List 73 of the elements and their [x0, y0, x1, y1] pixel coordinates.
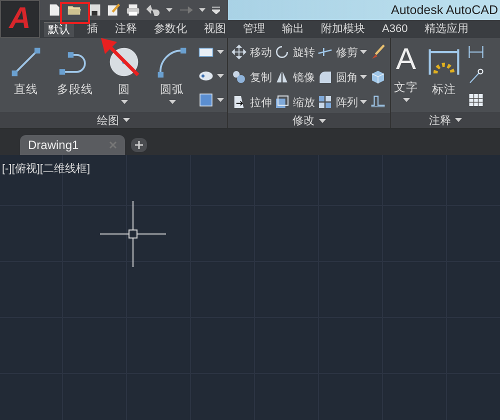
tool-button[interactable]: 移动: [231, 44, 272, 60]
panel-title[interactable]: 注释: [391, 112, 500, 128]
caret-icon[interactable]: [120, 100, 128, 104]
caret-icon[interactable]: [166, 8, 173, 12]
tool-button[interactable]: 镜像: [274, 69, 315, 85]
caret-icon[interactable]: [318, 118, 326, 122]
caret-icon[interactable]: [455, 118, 462, 122]
menu-caret-icon[interactable]: [212, 6, 220, 14]
caret-icon[interactable]: [217, 50, 224, 54]
caret-icon[interactable]: [168, 100, 176, 104]
viewport-label[interactable]: [-][俯视][二维线框]: [2, 161, 90, 176]
caret-icon[interactable]: [217, 98, 224, 102]
leader-icon: [467, 67, 485, 85]
panel-title[interactable]: 修改: [228, 113, 390, 128]
new-tab-button[interactable]: [130, 138, 147, 152]
file-tab[interactable]: Drawing1: [20, 135, 125, 155]
text-icon: A: [396, 43, 416, 77]
ribbon-tab[interactable]: 插: [83, 22, 102, 36]
printer-icon[interactable]: [126, 3, 140, 17]
tool-button[interactable]: [197, 91, 215, 109]
array-icon: [317, 94, 333, 110]
caret-icon[interactable]: [360, 50, 367, 54]
mirror-icon: [274, 69, 290, 85]
table-icon: [467, 91, 485, 109]
ribbon-tab[interactable]: 默认: [44, 22, 74, 36]
circles-icon: [231, 69, 247, 85]
tool-button[interactable]: 标注: [424, 43, 464, 99]
caret-icon[interactable]: [402, 98, 410, 102]
ribbon-tab[interactable]: 精选应用: [420, 22, 473, 36]
ribbon-tab[interactable]: 参数化: [150, 22, 191, 36]
tool-button[interactable]: 旋转: [274, 44, 315, 60]
caret-icon[interactable]: [123, 118, 130, 122]
tool-button[interactable]: 圆弧: [152, 43, 192, 106]
fillet-icon: [317, 69, 333, 85]
square-icon: [197, 91, 215, 109]
tool-button[interactable]: [467, 91, 485, 109]
tool-button[interactable]: 圆角: [317, 69, 358, 85]
line-icon: [9, 45, 43, 79]
panel-title[interactable]: 绘图: [0, 112, 227, 128]
linear-dimension-icon: [467, 43, 485, 61]
tool-button[interactable]: [467, 43, 485, 61]
undo-icon[interactable]: [146, 4, 160, 16]
caret-icon[interactable]: [199, 8, 206, 12]
tool-button[interactable]: 复制: [231, 69, 272, 85]
drawing-canvas[interactable]: [-][俯视][二维线框]: [0, 155, 500, 420]
ribbon-tab[interactable]: 视图: [200, 22, 230, 36]
caret-icon[interactable]: [360, 100, 367, 104]
tool-button[interactable]: 直线: [6, 43, 46, 99]
crosshair-cursor: [100, 201, 166, 267]
tool-button[interactable]: 修剪: [317, 44, 358, 60]
cross-arrows-icon: [231, 44, 247, 60]
tool-button[interactable]: 拉伸: [231, 94, 272, 110]
ribbon-tab[interactable]: 输出: [278, 22, 308, 36]
tool-button[interactable]: 缩放: [274, 94, 315, 110]
scale-icon: [274, 94, 290, 110]
tool-button[interactable]: 多段线: [54, 43, 96, 99]
tool-button[interactable]: [467, 67, 485, 85]
page-icon[interactable]: [48, 3, 62, 17]
circle-icon: [107, 45, 141, 79]
pencil-page-icon[interactable]: [107, 3, 120, 17]
file-tab-label[interactable]: Drawing1: [28, 138, 79, 152]
caret-icon[interactable]: [217, 74, 224, 78]
ribbon-tab[interactable]: 附加模块: [317, 22, 369, 36]
window-title: Autodesk AutoCAD: [390, 3, 499, 17]
rotate-icon: [274, 44, 290, 60]
arc-icon: [155, 45, 189, 79]
caret-icon[interactable]: [360, 75, 367, 79]
tool-button[interactable]: 阵列: [317, 94, 358, 110]
ribbon-tab[interactable]: 注释: [111, 22, 141, 36]
ribbon-tab[interactable]: A360: [378, 22, 412, 36]
tool-button[interactable]: A 文字: [391, 41, 421, 104]
plus-icon: [134, 141, 143, 149]
ribbon-tab[interactable]: 管理: [239, 22, 269, 36]
